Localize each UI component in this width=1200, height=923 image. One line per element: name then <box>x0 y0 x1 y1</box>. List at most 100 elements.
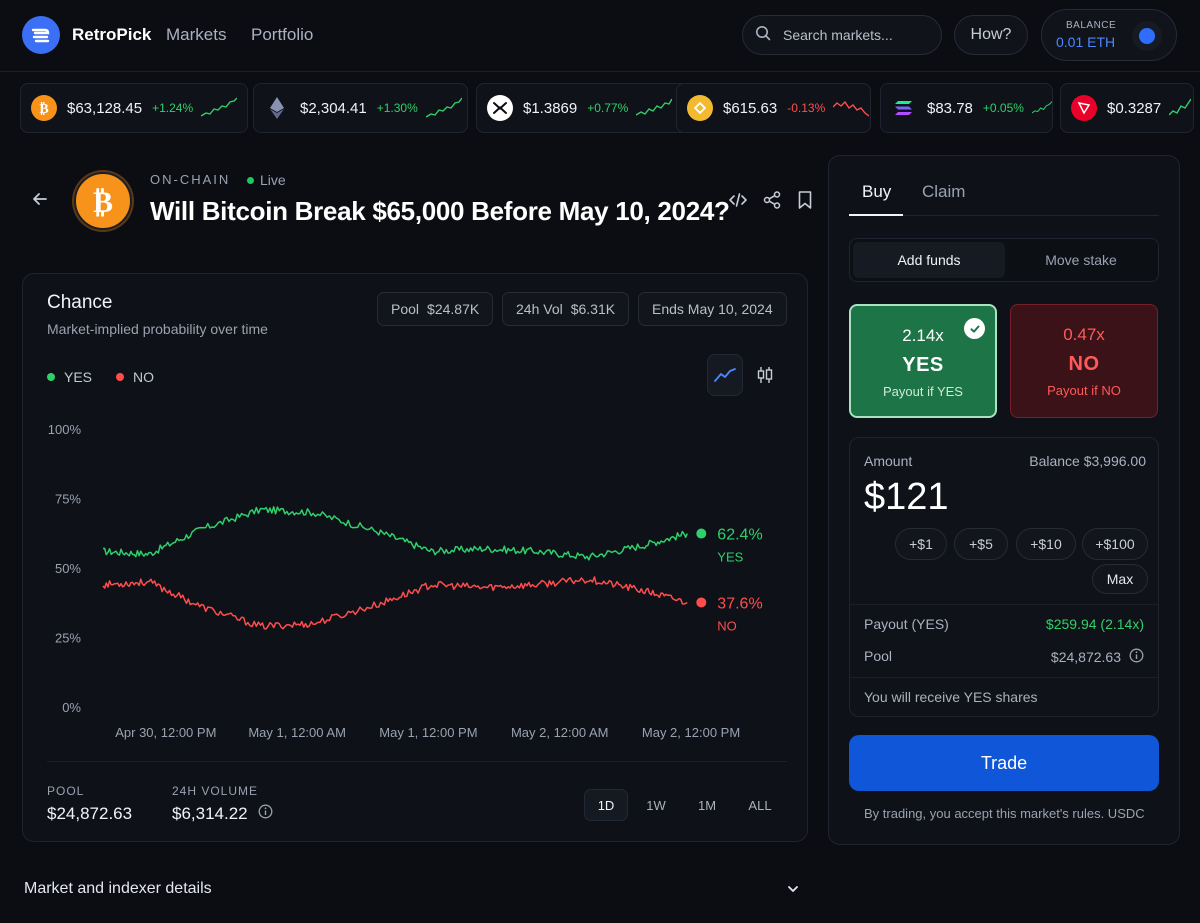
probability-chart: 0% 25% 50% 75% 100% Apr 30, 12:00 PM May 1, 12… <box>48 422 763 740</box>
live-status: Live <box>247 172 286 188</box>
bitcoin-icon: ₿ <box>31 95 57 121</box>
top-navigation: RetroPick Markets Portfolio How? BALANCE… <box>0 0 1200 72</box>
chart-divider <box>47 761 787 762</box>
market-title: Will Bitcoin Break $65,000 Before May 10… <box>150 196 730 226</box>
ticker-item-trx[interactable]: $0.3287 <box>1060 83 1194 133</box>
sparkline-icon <box>1031 101 1052 114</box>
chevron-down-icon <box>786 882 800 901</box>
x-tick-label: May 2, 12:00 PM <box>642 725 740 740</box>
tab-claim[interactable]: Claim <box>922 182 965 202</box>
market-details-label: Market and indexer details <box>24 880 212 897</box>
sparkline-icon <box>833 100 870 117</box>
market-details-toggle[interactable]: Market and indexer details <box>24 880 800 902</box>
bookmark-icon[interactable] <box>796 190 814 215</box>
y-tick-label: 25% <box>55 631 81 646</box>
ticker-change: +0.05% <box>982 101 1024 115</box>
nav-markets[interactable]: Markets <box>166 25 226 45</box>
pool-row: $24,872.63 <box>1051 648 1144 666</box>
tab-active-indicator <box>849 214 903 216</box>
share-icon[interactable] <box>762 190 782 215</box>
series-line-no <box>102 576 688 630</box>
pool-label: Pool <box>864 648 893 664</box>
terms-text: By trading, you accept this market's rul… <box>864 806 1145 821</box>
ticker-price: $615.63 <box>723 99 778 117</box>
sparkline-icon <box>425 97 462 118</box>
max-button[interactable]: Max <box>1092 564 1148 594</box>
ticker-item-bnb[interactable]: $615.63 -0.13% <box>676 83 871 133</box>
summary-divider <box>850 677 1158 678</box>
pool-value: $24,872.63 <box>1050 649 1121 665</box>
brand-name[interactable]: RetroPick <box>72 25 151 45</box>
yes-label: YES <box>902 354 944 376</box>
info-icon[interactable] <box>1129 648 1144 666</box>
live-dot-icon <box>247 176 254 184</box>
series-line-yes <box>102 506 688 561</box>
add-5-button[interactable]: +$5 <box>954 528 1008 560</box>
wallet-avatar[interactable] <box>1132 21 1162 51</box>
wallet-balance[interactable]: BALANCE 0.01 ETH <box>1041 9 1177 61</box>
y-tick-label: 75% <box>55 492 81 507</box>
footer-pool-value: $24,872.63 <box>47 804 133 823</box>
ticker-price: $83.78 <box>927 99 973 117</box>
add-10-button[interactable]: +$10 <box>1016 528 1076 560</box>
ticker-change: +1.30% <box>376 101 418 115</box>
search-input[interactable] <box>783 27 933 43</box>
footer-volume: $6,314.22 <box>172 804 273 824</box>
x-tick-label: May 2, 12:00 AM <box>511 725 609 740</box>
endpoint-dot-yes <box>696 528 707 539</box>
embed-code-icon[interactable] <box>728 190 748 215</box>
trade-button[interactable]: Trade <box>849 735 1159 791</box>
back-arrow-icon[interactable] <box>30 189 50 214</box>
add-100-button[interactable]: +$100 <box>1082 528 1148 560</box>
solana-icon <box>891 95 917 121</box>
search-bar[interactable] <box>742 15 942 55</box>
amount-label: Amount <box>864 453 913 469</box>
balance-label: BALANCE <box>1066 20 1117 31</box>
move-stake-option[interactable]: Move stake <box>1005 242 1157 278</box>
y-tick-label: 50% <box>55 561 81 576</box>
tron-icon <box>1071 95 1097 121</box>
range-1m-button[interactable]: 1M <box>685 789 729 821</box>
no-outcome-button[interactable]: 0.47x NO Payout if NO <box>1010 304 1158 418</box>
search-icon <box>755 25 771 46</box>
ticker-price: $1.3869 <box>523 99 578 117</box>
ticker-item-xrp[interactable]: $1.3869 +0.77% <box>476 83 689 133</box>
ticker-item-eth[interactable]: $2,304.41 +1.30% <box>253 83 468 133</box>
no-payout-caption: Payout if NO <box>1047 383 1121 398</box>
endpoint-label-no: NO <box>717 618 737 633</box>
live-label: Live <box>260 172 286 188</box>
tab-buy[interactable]: Buy <box>862 182 891 202</box>
amount-input[interactable]: $121 <box>864 476 949 519</box>
footer-pool-label: POOL <box>47 784 85 798</box>
sparkline-icon <box>1169 98 1192 116</box>
amount-divider <box>850 604 1158 605</box>
info-icon[interactable] <box>258 804 273 824</box>
endpoint-value-yes: 62.4% <box>717 527 762 544</box>
bitcoin-icon: ₿ <box>74 172 132 230</box>
ticker-item-sol[interactable]: $83.78 +0.05% <box>880 83 1053 133</box>
yes-payout-caption: Payout if YES <box>883 384 963 399</box>
add-funds-option[interactable]: Add funds <box>853 242 1005 278</box>
endpoint-dot-no <box>696 597 707 608</box>
x-tick-label: Apr 30, 12:00 PM <box>115 725 216 740</box>
how-button[interactable]: How? <box>954 15 1028 55</box>
nav-portfolio[interactable]: Portfolio <box>251 25 313 45</box>
yes-multiplier: 2.14x <box>902 326 944 345</box>
range-1w-button[interactable]: 1W <box>634 789 678 821</box>
endpoint-value-no: 37.6% <box>717 595 762 612</box>
range-1d-button[interactable]: 1D <box>584 789 628 821</box>
ticker-price: $2,304.41 <box>300 99 367 117</box>
endpoint-label-yes: YES <box>717 550 743 565</box>
amount-box: Amount Balance $3,996.00 $121 +$1 +$5 +$… <box>849 437 1159 717</box>
ticker-item-btc[interactable]: ₿ $63,128.45 +1.24% <box>20 83 248 133</box>
logo-icon[interactable] <box>22 16 60 54</box>
footer-volume-value: $6,314.22 <box>172 804 248 823</box>
receive-note: You will receive YES shares <box>864 689 1038 705</box>
y-tick-label: 0% <box>62 700 81 715</box>
svg-text:₿: ₿ <box>93 185 113 218</box>
ethereum-icon <box>264 95 290 121</box>
add-1-button[interactable]: +$1 <box>895 528 947 560</box>
wallet-status-icon <box>1139 28 1155 44</box>
range-all-button[interactable]: ALL <box>738 789 782 821</box>
yes-outcome-button[interactable]: 2.14x YES Payout if YES <box>849 304 997 418</box>
